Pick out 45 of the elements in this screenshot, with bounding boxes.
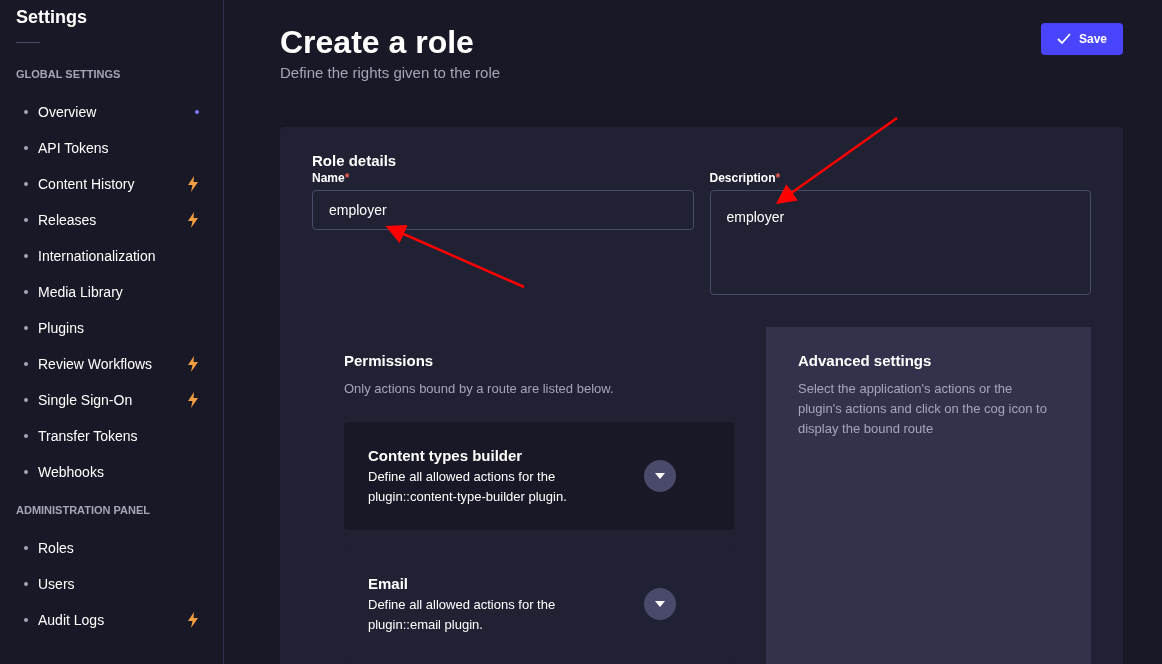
field-label: Name* <box>312 170 351 185</box>
section-heading: ADMINISTRATION PANEL <box>16 503 152 517</box>
lightning-icon <box>187 392 199 408</box>
sidebar-item[interactable]: Webhooks <box>16 454 207 490</box>
lightning-icon <box>187 176 199 192</box>
sidebar-item[interactable]: Overview <box>16 94 207 130</box>
sidebar-title: Settings <box>16 6 88 29</box>
sidebar-item[interactable]: Internationalization <box>16 238 207 274</box>
group-title: Email <box>368 573 410 594</box>
check-icon <box>1056 33 1071 45</box>
sidebar-item[interactable]: Single Sign-On <box>16 382 207 418</box>
expand-button[interactable] <box>644 588 676 620</box>
group-description: Define all allowed actions for the plugin::email plugin. <box>368 596 557 635</box>
sidebar-item[interactable]: Content History <box>16 166 207 202</box>
required-mark: * <box>344 170 350 185</box>
sidebar-item[interactable]: Audit Logs <box>16 602 207 638</box>
field-label: Description* <box>709 170 782 185</box>
sidebar-item[interactable]: API Tokens <box>16 130 207 166</box>
sidebar-item[interactable]: Roles <box>16 530 207 566</box>
page-subtitle: Define the rights given to the role <box>280 63 501 83</box>
sidebar-item[interactable]: Media Library <box>16 274 207 310</box>
sidebar-item[interactable]: Review Workflows <box>16 346 207 382</box>
page-title: Create a role <box>280 23 475 62</box>
lightning-icon <box>187 356 199 372</box>
lightning-icon <box>187 612 199 628</box>
section-heading: GLOBAL SETTINGS <box>16 67 122 81</box>
sidebar-item[interactable]: Users <box>16 566 207 602</box>
group-title: Content types builder <box>368 445 524 466</box>
expand-button[interactable] <box>644 460 676 492</box>
section-title: Advanced settings <box>798 350 933 371</box>
section-text: Select the application's actions or the plugin's actions and click on the cog icon to display the bound route <box>798 379 1048 438</box>
sidebar-item[interactable]: Plugins <box>16 310 207 346</box>
name-field[interactable]: employer <box>312 189 694 230</box>
caret-icon <box>654 472 666 480</box>
save-button[interactable]: Save <box>1040 23 1123 55</box>
description-field[interactable]: employer <box>709 189 1091 295</box>
required-mark: * <box>775 170 781 185</box>
caret-icon <box>654 600 666 608</box>
section-title: Role details <box>312 150 398 171</box>
sidebar-item[interactable]: Transfer Tokens <box>16 418 207 454</box>
lightning-icon <box>187 212 199 228</box>
section-title: Permissions <box>344 350 435 371</box>
group-description: Define all allowed actions for the plugin::content-type-builder plugin. <box>368 468 568 507</box>
sidebar-item[interactable]: Releases <box>16 202 207 238</box>
section-subtitle: Only actions bound by a route are listed below. <box>344 379 615 398</box>
